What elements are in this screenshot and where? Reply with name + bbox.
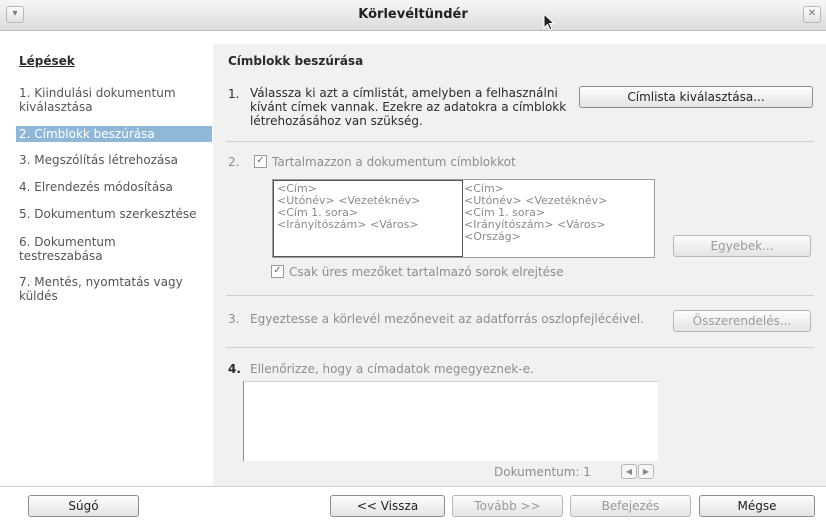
divider (226, 141, 814, 142)
step2-number: 2. (228, 155, 240, 169)
sidebar-item-address-block[interactable]: 2. Címblokk beszúrása (16, 126, 212, 142)
sidebar-item-save-print-send[interactable]: 7. Mentés, nyomtatás vagy küldés (19, 275, 199, 303)
step1-description: Válassza ki azt a címlistát, amelyben a … (250, 86, 567, 128)
sidebar-item-personalize[interactable]: 6. Dokumentum testreszabása (19, 235, 159, 263)
footer-divider (0, 486, 826, 487)
finish-button[interactable]: Befejezés (570, 495, 691, 517)
sidebar-item-edit-document[interactable]: 5. Dokumentum szerkesztése (19, 207, 209, 221)
sidebar-item-salutation[interactable]: 3. Megszólítás létrehozása (19, 153, 209, 167)
cancel-button[interactable]: Mégse (699, 495, 815, 517)
help-button[interactable]: Súgó (28, 495, 139, 517)
mouse-cursor-icon (543, 13, 556, 31)
divider (226, 295, 814, 296)
sidebar-item-start-document[interactable]: 1. Kiindulási dokumentum kiválasztása (19, 86, 209, 114)
address-block-preview[interactable]: <Cím> <Utónév> <Vezetéknév> <Cím 1. sora… (272, 179, 655, 258)
sidebar-item-layout[interactable]: 4. Elrendezés módosítása (19, 180, 209, 194)
step4-number: 4. (228, 362, 241, 376)
include-address-block-label: Tartalmazzon a dokumentum címblokkot (272, 155, 516, 169)
address-check-preview (243, 381, 658, 461)
back-button[interactable]: << Vissza (330, 495, 445, 517)
preview-layout-right: <Cím> <Utónév> <Vezetéknév> <Cím 1. sora… (464, 183, 607, 243)
preview-layout-left: <Cím> <Utónév> <Vezetéknév> <Cím 1. sora… (277, 183, 420, 231)
preview-line: <Ország> (464, 230, 521, 243)
next-button[interactable]: Tovább >> (452, 495, 563, 517)
more-button[interactable]: Egyebek... (673, 235, 811, 257)
hide-empty-lines-checkbox[interactable]: ✓ (271, 265, 284, 278)
step3-description: Egyeztesse a körlevél mezőneveit az adat… (250, 312, 645, 326)
window-title: Körlevéltündér (358, 7, 468, 22)
match-fields-button[interactable]: Összerendelés... (673, 310, 811, 332)
preview-line: <Irányítószám> <Város> (277, 218, 419, 231)
arrow-right-icon[interactable]: ▶ (638, 464, 654, 479)
page-title: Címblokk beszúrása (228, 54, 364, 68)
steps-heading: Lépések (19, 54, 75, 68)
close-icon[interactable]: ✕ (803, 6, 821, 23)
steps-sidebar: Lépések 1. Kiindulási dokumentum kiválas… (12, 44, 212, 486)
divider (226, 347, 814, 348)
select-address-list-button[interactable]: Címlista kiválasztása... (579, 86, 813, 108)
step1-number: 1. (228, 87, 240, 101)
arrow-left-icon[interactable]: ◀ (621, 464, 637, 479)
title-bar: ▾ Körlevéltündér ✕ (0, 0, 826, 31)
document-counter: Dokumentum: 1 (494, 465, 591, 479)
step3-number: 3. (228, 312, 240, 326)
hide-empty-lines-label: Csak üres mezőket tartalmazó sorok elrej… (289, 265, 564, 279)
step4-description: Ellenőrizze, hogy a címadatok megegyezne… (250, 362, 534, 376)
include-address-block-checkbox[interactable]: ✓ (254, 155, 267, 168)
